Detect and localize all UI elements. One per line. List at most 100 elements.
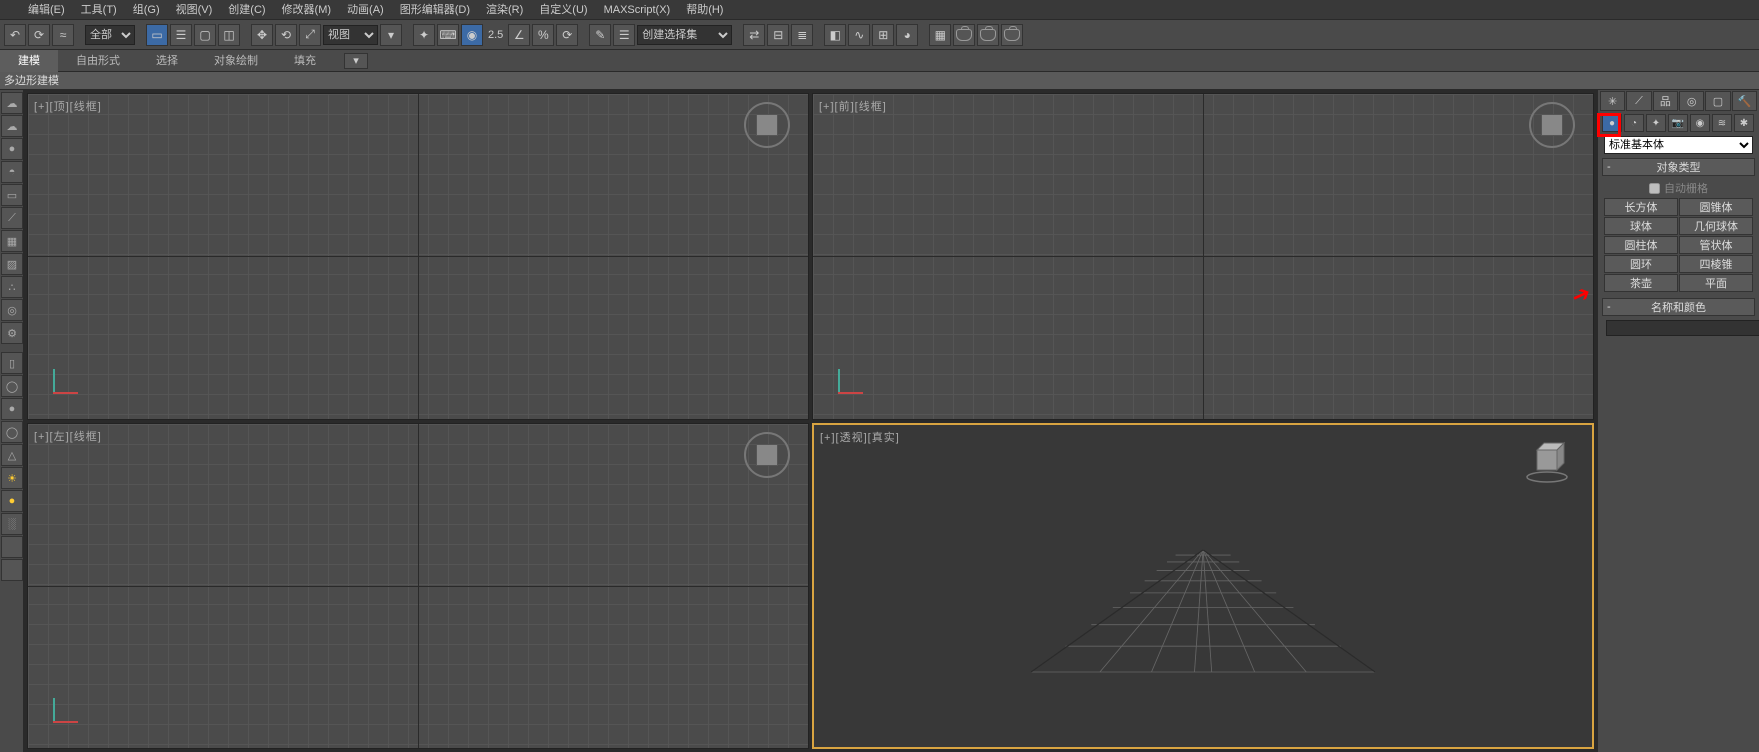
- lt-ring-icon[interactable]: ◯: [1, 421, 23, 443]
- create-cameras-button[interactable]: 📷: [1668, 114, 1688, 132]
- viewport-perspective[interactable]: [+][透视][真实]: [812, 423, 1594, 750]
- named-sel-list-button[interactable]: ☰: [613, 24, 635, 46]
- ribbon-collapse-button[interactable]: ▾: [344, 53, 368, 69]
- viewcube-left[interactable]: [744, 432, 790, 478]
- select-region-button[interactable]: ▢: [194, 24, 216, 46]
- btn-sphere[interactable]: 球体: [1604, 217, 1678, 235]
- menu-animation[interactable]: 动画(A): [339, 0, 392, 20]
- btn-plane[interactable]: 平面: [1679, 274, 1753, 292]
- render-setup-button[interactable]: ▦: [929, 24, 951, 46]
- menu-create[interactable]: 创建(C): [220, 0, 273, 20]
- lt-cloud-icon[interactable]: ☁: [1, 92, 23, 114]
- menu-render[interactable]: 渲染(R): [478, 0, 531, 20]
- btn-pyramid[interactable]: 四棱锥: [1679, 255, 1753, 273]
- lt-blank2-icon[interactable]: [1, 559, 23, 581]
- lt-cone-icon[interactable]: △: [1, 444, 23, 466]
- lt-world-icon[interactable]: ◎: [1, 299, 23, 321]
- render-iterative-button[interactable]: [1001, 24, 1023, 46]
- btn-tube[interactable]: 管状体: [1679, 236, 1753, 254]
- scale-button[interactable]: ⤢: [299, 24, 321, 46]
- btn-torus[interactable]: 圆环: [1604, 255, 1678, 273]
- viewcube-top[interactable]: [744, 102, 790, 148]
- menu-maxscript[interactable]: MAXScript(X): [596, 0, 679, 20]
- viewport-left-label[interactable]: [+][左][线框]: [34, 428, 102, 444]
- mirror-button[interactable]: ⇄: [743, 24, 765, 46]
- btn-cylinder[interactable]: 圆柱体: [1604, 236, 1678, 254]
- redo-button[interactable]: ⟳: [28, 24, 50, 46]
- menu-view[interactable]: 视图(V): [168, 0, 221, 20]
- create-geometry-button[interactable]: ●: [1602, 114, 1622, 132]
- lt-sphere-icon[interactable]: ●: [1, 138, 23, 160]
- material-editor-button[interactable]: ◕: [896, 24, 918, 46]
- ribbon-tab-modeling[interactable]: 建模: [0, 50, 58, 72]
- create-systems-button[interactable]: ✱: [1734, 114, 1754, 132]
- lt-cylinder-icon[interactable]: ▯: [1, 352, 23, 374]
- layers-button[interactable]: ≣: [791, 24, 813, 46]
- lt-ball-icon[interactable]: ●: [1, 398, 23, 420]
- ribbon-tab-freeform[interactable]: 自由形式: [58, 50, 138, 72]
- btn-cone[interactable]: 圆锥体: [1679, 198, 1753, 216]
- spinner-snap-button[interactable]: ⟳: [556, 24, 578, 46]
- manipulate-button[interactable]: ✦: [413, 24, 435, 46]
- primitive-category-select[interactable]: 标准基本体: [1604, 136, 1753, 154]
- rotate-button[interactable]: ⟲: [275, 24, 297, 46]
- window-crossing-button[interactable]: ◫: [218, 24, 240, 46]
- menu-edit[interactable]: 编辑(E): [20, 0, 73, 20]
- cmdtab-display[interactable]: ▢: [1705, 91, 1730, 111]
- viewport-persp-label[interactable]: [+][透视][真实]: [820, 429, 900, 445]
- lt-stone-icon[interactable]: ◓: [1, 161, 23, 183]
- viewport-top[interactable]: [+][顶][线框]: [27, 93, 809, 420]
- lt-moon-icon[interactable]: ●: [1, 490, 23, 512]
- ribbon-panel-label[interactable]: 多边形建模: [0, 72, 1759, 90]
- link-button[interactable]: ≈: [52, 24, 74, 46]
- name-color-header[interactable]: -名称和颜色: [1602, 298, 1755, 316]
- viewport-front[interactable]: [+][前][线框]: [812, 93, 1594, 420]
- lt-path-icon[interactable]: ⟋: [1, 207, 23, 229]
- create-spacewarps-button[interactable]: ≋: [1712, 114, 1732, 132]
- lt-box-icon[interactable]: ▭: [1, 184, 23, 206]
- lt-blank1-icon[interactable]: [1, 536, 23, 558]
- snap-toggle-button[interactable]: ◉: [461, 24, 483, 46]
- curve-editor-button[interactable]: ∿: [848, 24, 870, 46]
- lt-particle-icon[interactable]: ∴: [1, 276, 23, 298]
- ribbon-tab-objectpaint[interactable]: 对象绘制: [196, 50, 276, 72]
- ref-coord-select[interactable]: 视图: [323, 25, 378, 45]
- graphite-button[interactable]: ◧: [824, 24, 846, 46]
- viewcube-front[interactable]: [1529, 102, 1575, 148]
- viewport-top-label[interactable]: [+][顶][线框]: [34, 98, 102, 114]
- angle-snap-button[interactable]: ∠: [508, 24, 530, 46]
- lt-grain-icon[interactable]: ░: [1, 513, 23, 535]
- cmdtab-hierarchy[interactable]: 品: [1653, 91, 1678, 111]
- btn-teapot[interactable]: 茶壶: [1604, 274, 1678, 292]
- menu-modifiers[interactable]: 修改器(M): [274, 0, 340, 20]
- ribbon-tab-selection[interactable]: 选择: [138, 50, 196, 72]
- selection-filter-select[interactable]: 全部: [85, 25, 135, 45]
- named-selection-select[interactable]: 创建选择集: [637, 25, 732, 45]
- lt-grid-icon[interactable]: ▦: [1, 230, 23, 252]
- select-by-name-button[interactable]: ☰: [170, 24, 192, 46]
- lt-gear-icon[interactable]: ⚙: [1, 322, 23, 344]
- viewcube-perspective[interactable]: [1522, 435, 1572, 485]
- menu-group[interactable]: 组(G): [125, 0, 168, 20]
- align-button[interactable]: ⊟: [767, 24, 789, 46]
- render-frame-button[interactable]: [953, 24, 975, 46]
- schematic-view-button[interactable]: ⊞: [872, 24, 894, 46]
- pivot-center-button[interactable]: ▾: [380, 24, 402, 46]
- keyboard-shortcut-button[interactable]: ⌨: [437, 24, 459, 46]
- edit-named-sel-button[interactable]: ✎: [589, 24, 611, 46]
- menu-customize[interactable]: 自定义(U): [531, 0, 595, 20]
- ribbon-tab-populate[interactable]: 填充: [276, 50, 334, 72]
- object-name-input[interactable]: [1606, 320, 1759, 336]
- viewport-front-label[interactable]: [+][前][线框]: [819, 98, 887, 114]
- lt-disc-icon[interactable]: ◯: [1, 375, 23, 397]
- percent-snap-button[interactable]: %: [532, 24, 554, 46]
- viewport-left[interactable]: [+][左][线框]: [27, 423, 809, 750]
- render-production-button[interactable]: [977, 24, 999, 46]
- cmdtab-motion[interactable]: ◎: [1679, 91, 1704, 111]
- object-type-header[interactable]: -对象类型: [1602, 158, 1755, 176]
- lt-hatch-icon[interactable]: ▨: [1, 253, 23, 275]
- create-helpers-button[interactable]: ◉: [1690, 114, 1710, 132]
- cmdtab-utilities[interactable]: 🔨: [1732, 91, 1757, 111]
- create-shapes-button[interactable]: ◔: [1624, 114, 1644, 132]
- create-lights-button[interactable]: ✦: [1646, 114, 1666, 132]
